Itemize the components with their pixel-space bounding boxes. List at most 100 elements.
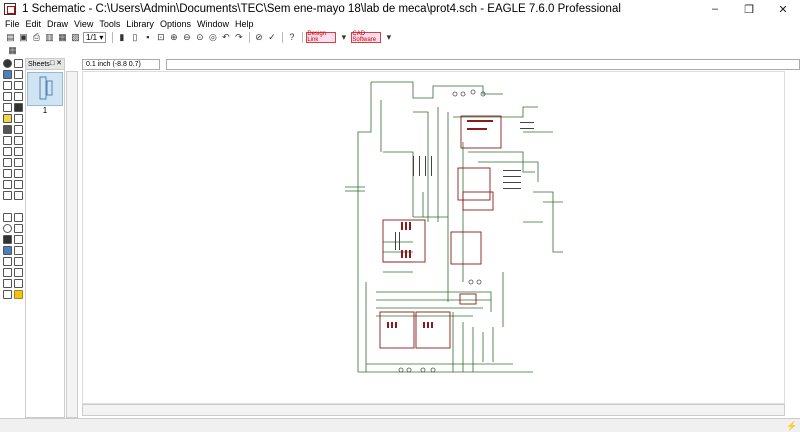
rotate-icon[interactable] (13, 92, 23, 101)
move-icon[interactable] (2, 81, 12, 90)
open-icon[interactable]: ▤ (5, 32, 16, 43)
miter-icon[interactable] (2, 169, 12, 178)
script-icon[interactable]: ▮ (116, 32, 127, 43)
board-icon[interactable]: ▦ (57, 32, 68, 43)
warning-icon[interactable] (13, 290, 23, 299)
polygon-icon[interactable] (13, 235, 23, 244)
menu-window[interactable]: Window (197, 19, 229, 29)
schematic-canvas[interactable] (82, 71, 785, 404)
smash-icon[interactable] (13, 158, 23, 167)
cut-icon[interactable] (13, 114, 23, 123)
value-icon[interactable] (2, 158, 12, 167)
maximize-button[interactable]: ❐ (732, 0, 766, 18)
tool-palette (0, 58, 25, 368)
menu-options[interactable]: Options (160, 19, 191, 29)
cad-software-button[interactable]: CAD Software (351, 31, 382, 43)
close-button[interactable]: ✕ (766, 0, 800, 18)
zoom-out-icon[interactable]: ⊖ (181, 32, 192, 43)
mark-icon[interactable] (13, 70, 23, 79)
part-driver-2[interactable] (415, 311, 451, 349)
menu-draw[interactable]: Draw (47, 19, 68, 29)
replace-icon[interactable] (13, 136, 23, 145)
attribute-icon[interactable] (2, 268, 12, 277)
sheet-preview-icon (39, 76, 53, 100)
cam-icon[interactable]: ▥ (44, 32, 55, 43)
port-icon[interactable] (13, 279, 23, 288)
delete-icon[interactable] (2, 125, 12, 134)
design-link-button[interactable]: Design Link (306, 31, 337, 43)
erc-check-icon[interactable] (2, 290, 12, 299)
stop-icon[interactable]: ⊘ (253, 32, 264, 43)
invoke-icon[interactable] (2, 180, 12, 189)
ulp-icon[interactable]: ▯ (129, 32, 140, 43)
gateswap-icon[interactable] (2, 147, 12, 156)
erc-icon[interactable]: ▪ (142, 32, 153, 43)
name-icon[interactable] (13, 147, 23, 156)
save-icon[interactable]: ▣ (18, 32, 29, 43)
pinswap-icon[interactable] (2, 136, 12, 145)
print-icon[interactable]: ⎙ (31, 32, 42, 43)
bus-icon[interactable] (2, 246, 12, 255)
schematic-drawing[interactable] (83, 72, 786, 405)
menu-view[interactable]: View (74, 19, 93, 29)
sheets-title: Sheets (28, 60, 50, 68)
menu-library[interactable]: Library (126, 19, 154, 29)
split2-icon[interactable] (13, 180, 23, 189)
sheet-thumbnail[interactable]: 1 (27, 72, 63, 115)
help-icon[interactable]: ? (286, 32, 297, 43)
zoom-fit-icon[interactable]: ⊡ (155, 32, 166, 43)
go-icon[interactable]: ✓ (266, 32, 277, 43)
title-bar: 1 Schematic - C:\Users\Admin\Documents\T… (0, 0, 800, 18)
menu-tools[interactable]: Tools (99, 19, 120, 29)
circle-icon[interactable] (2, 224, 12, 233)
chevron-down-icon[interactable]: ▾ (383, 32, 394, 43)
main-toolbar: ▤ ▣ ⎙ ▥ ▦ ▧ 1/1 ▾ ▮ ▯ ▪ ⊡ ⊕ ⊖ ⊙ ◎ ↶ ↷ ⊘ … (0, 30, 800, 44)
change-icon[interactable] (13, 103, 23, 112)
horizontal-scrollbar[interactable] (82, 404, 785, 416)
show-icon[interactable] (13, 59, 23, 68)
chevron-down-icon[interactable]: ▾ (338, 32, 349, 43)
frame-icon[interactable] (2, 279, 12, 288)
arc-icon[interactable] (13, 224, 23, 233)
vertical-scrollbar[interactable] (66, 71, 78, 418)
minimize-button[interactable]: – (698, 0, 732, 18)
undo-icon[interactable]: ↶ (220, 32, 231, 43)
rect-icon[interactable] (2, 235, 12, 244)
pin-markers (387, 120, 493, 328)
dimension-icon[interactable] (13, 268, 23, 277)
part-ic-2[interactable] (450, 231, 482, 265)
sheets-panel-controls[interactable]: □ ✕ (50, 59, 62, 67)
text-icon[interactable] (13, 213, 23, 222)
pin-labels (395, 122, 534, 250)
part-driver-1[interactable] (379, 311, 415, 349)
sheet-icon[interactable]: ▧ (70, 32, 81, 43)
menu-help[interactable]: Help (235, 19, 254, 29)
part-ic-3[interactable] (462, 191, 494, 211)
display-icon[interactable] (2, 70, 12, 79)
window-title: 1 Schematic - C:\Users\Admin\Documents\T… (22, 3, 621, 15)
net-icon[interactable] (13, 246, 23, 255)
copy-icon[interactable] (13, 81, 23, 90)
info-icon[interactable] (2, 59, 12, 68)
label-icon[interactable] (13, 257, 23, 266)
command-input[interactable] (166, 58, 800, 70)
grid-icon[interactable]: ▦ (7, 45, 18, 56)
sheet-select[interactable]: 1/1 ▾ (83, 31, 107, 43)
part-connector[interactable] (459, 293, 477, 305)
optimize-icon[interactable] (2, 191, 12, 200)
split-icon[interactable] (13, 169, 23, 178)
paste-icon[interactable] (2, 114, 12, 123)
part-arduino[interactable] (382, 219, 426, 263)
redo-icon[interactable]: ↷ (233, 32, 244, 43)
redraw-icon[interactable]: ⊙ (194, 32, 205, 43)
slice-icon[interactable] (13, 191, 23, 200)
junction-icon[interactable] (2, 257, 12, 266)
wire-icon[interactable] (2, 213, 12, 222)
menu-edit[interactable]: Edit (26, 19, 42, 29)
group-icon[interactable] (2, 103, 12, 112)
add-icon[interactable] (13, 125, 23, 134)
zoom-in-icon[interactable]: ⊕ (168, 32, 179, 43)
zoom-select-icon[interactable]: ◎ (207, 32, 218, 43)
menu-file[interactable]: File (5, 19, 20, 29)
mirror-icon[interactable] (2, 92, 12, 101)
